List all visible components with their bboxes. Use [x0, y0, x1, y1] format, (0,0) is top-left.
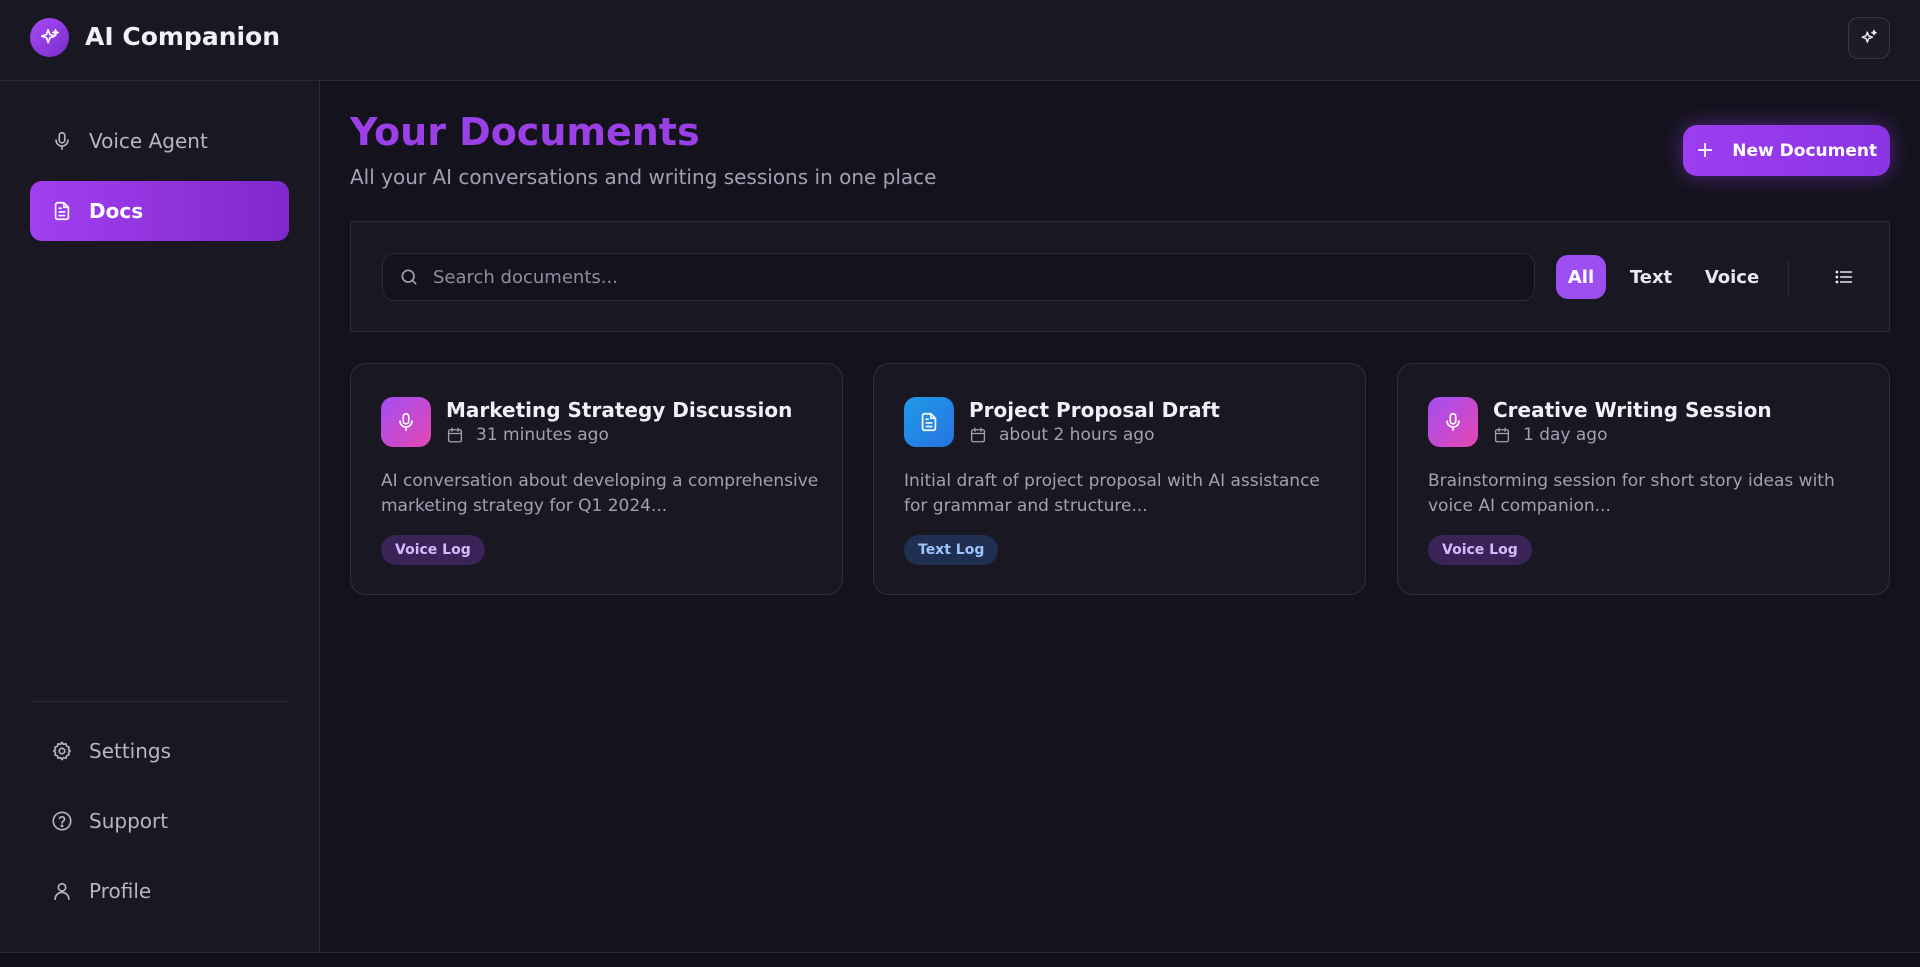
search-icon — [401, 269, 417, 285]
user-icon — [50, 879, 74, 903]
document-icon — [50, 199, 74, 223]
sparkles-icon — [30, 18, 69, 57]
new-document-button[interactable]: + New Document — [1683, 125, 1890, 176]
sidebar-item-label: Profile — [89, 879, 152, 903]
search-box[interactable] — [382, 253, 1535, 301]
filter-divider — [1788, 259, 1789, 295]
search-input[interactable] — [433, 266, 1513, 288]
list-icon — [1835, 270, 1853, 284]
sidebar-item-support[interactable]: Support — [30, 791, 289, 851]
microphone-icon — [50, 129, 74, 153]
calendar-icon — [447, 427, 463, 443]
document-type-badge: Voice Log — [381, 535, 485, 565]
sidebar-item-settings[interactable]: Settings — [30, 721, 289, 781]
document-card[interactable]: Creative Writing Session 1 day ago Brain… — [1397, 363, 1890, 595]
sidebar-item-label: Support — [89, 809, 169, 833]
sidebar: Voice Agent Docs Settings Support Profil… — [0, 81, 320, 952]
document-type-badge: Voice Log — [1428, 535, 1532, 565]
filter-text[interactable]: Text — [1620, 255, 1682, 299]
bottom-edge — [0, 952, 1920, 967]
top-bar: AI Companion — [0, 0, 1920, 81]
sparkles-icon — [1861, 29, 1877, 43]
plus-icon: + — [1695, 138, 1715, 163]
calendar-icon — [1494, 427, 1510, 443]
calendar-icon — [970, 427, 986, 443]
document-time: 31 minutes ago — [446, 425, 609, 445]
page-title: Your Documents — [350, 110, 700, 154]
filter-voice[interactable]: Voice — [1696, 255, 1768, 299]
document-time-text: 1 day ago — [1523, 425, 1608, 445]
document-card[interactable]: Project Proposal Draft about 2 hours ago… — [873, 363, 1366, 595]
page-subtitle: All your AI conversations and writing se… — [350, 165, 937, 189]
sidebar-item-label: Settings — [89, 739, 172, 763]
document-time: 1 day ago — [1493, 425, 1608, 445]
document-time-text: 31 minutes ago — [476, 425, 609, 445]
document-title: Marketing Strategy Discussion — [446, 398, 793, 422]
sidebar-item-docs[interactable]: Docs — [30, 181, 289, 241]
new-document-label: New Document — [1732, 140, 1878, 161]
sidebar-divider — [30, 701, 289, 702]
document-description: AI conversation about developing a compr… — [381, 471, 819, 516]
app-title: AI Companion — [85, 22, 281, 51]
document-description: Brainstorming session for short story id… — [1428, 471, 1835, 516]
sidebar-item-label: Docs — [89, 199, 144, 223]
document-time: about 2 hours ago — [969, 425, 1154, 445]
ai-sparkle-button[interactable] — [1848, 17, 1890, 59]
filter-all[interactable]: All — [1556, 255, 1606, 299]
document-title: Creative Writing Session — [1493, 398, 1772, 422]
microphone-icon — [381, 397, 431, 447]
document-description: Initial draft of project proposal with A… — [904, 471, 1320, 516]
filter-panel: All Text Voice — [350, 221, 1890, 332]
document-type-badge: Text Log — [904, 535, 999, 565]
sidebar-item-profile[interactable]: Profile — [30, 861, 289, 921]
document-icon — [904, 397, 954, 447]
gear-icon — [50, 739, 74, 763]
sidebar-item-voice-agent[interactable]: Voice Agent — [30, 111, 289, 171]
help-circle-icon — [50, 809, 74, 833]
sidebar-item-label: Voice Agent — [89, 129, 208, 153]
document-card[interactable]: Marketing Strategy Discussion 31 minutes… — [350, 363, 843, 595]
document-title: Project Proposal Draft — [969, 398, 1220, 422]
document-time-text: about 2 hours ago — [999, 425, 1155, 445]
list-view-button[interactable] — [1821, 255, 1867, 299]
microphone-icon — [1428, 397, 1478, 447]
